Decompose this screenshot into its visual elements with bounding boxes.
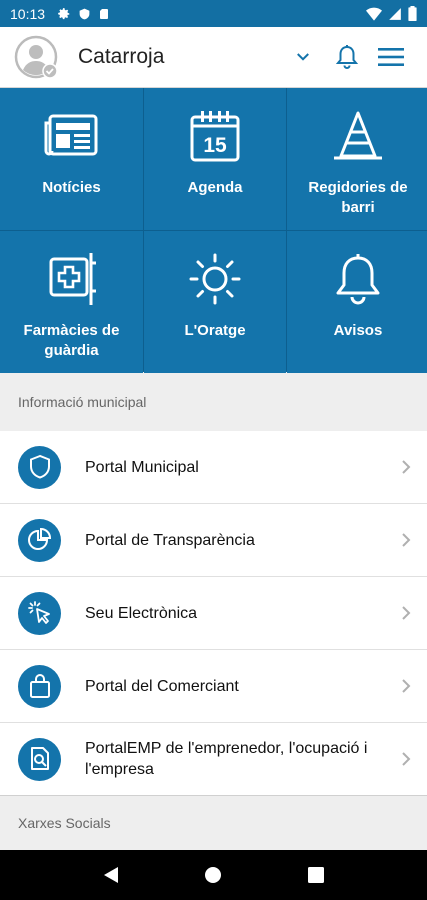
pie-chart-icon	[27, 527, 51, 550]
bell-icon	[335, 45, 359, 69]
tile-agenda[interactable]: 15 Agenda	[144, 88, 286, 230]
calendar-day: 15	[203, 134, 227, 157]
tile-regidories[interactable]: Regidories de barri	[287, 88, 427, 230]
tile-label: Avisos	[333, 322, 383, 339]
cursor-click-icon	[27, 601, 50, 624]
tile-noticies[interactable]: Notícies	[0, 88, 143, 230]
recents-button[interactable]	[296, 855, 336, 895]
section-header-municipal: Informació municipal	[0, 373, 427, 431]
menu-button[interactable]	[369, 35, 413, 79]
app-header: Catarroja	[0, 27, 427, 88]
status-right-icons	[366, 6, 417, 21]
section-header-social: Xarxes Socials	[0, 797, 427, 850]
tile-label: Agenda	[187, 179, 243, 196]
shopping-bag-icon	[29, 674, 50, 698]
status-bar: 10:13	[0, 0, 427, 27]
system-nav-bar	[0, 850, 427, 900]
home-icon	[205, 867, 222, 883]
traffic-cone-icon	[334, 111, 382, 160]
list-item-label: Portal Municipal	[85, 458, 199, 476]
tile-farmacies[interactable]: Farmàcies de guàrdia	[0, 231, 143, 373]
recents-icon	[307, 867, 324, 883]
list-item-seu-electronica[interactable]: Seu Electrònica	[0, 577, 427, 650]
menu-icon	[378, 48, 404, 66]
chevron-right-icon	[402, 679, 411, 693]
list-item-portal-comerciant[interactable]: Portal del Comerciant	[0, 650, 427, 723]
status-icons	[57, 7, 110, 21]
shield-icon	[79, 8, 90, 19]
list-item-label: Portal de Transparència	[85, 531, 255, 549]
tile-label: Farmàcies de guàrdia	[23, 322, 120, 359]
tile-oratge[interactable]: L'Oratge	[144, 231, 286, 373]
bell-icon	[336, 254, 380, 305]
list-item-label: PortalEMP de l'emprenedor, l'ocupació i …	[85, 740, 368, 778]
home-button[interactable]	[193, 855, 233, 895]
tile-avisos[interactable]: Avisos	[287, 231, 427, 373]
chevron-down-icon	[297, 53, 309, 61]
calendar-icon: 15	[190, 111, 240, 162]
municipal-list: Portal Municipal Portal de Transparència…	[0, 431, 427, 796]
wifi-icon	[366, 7, 382, 21]
signal-icon	[389, 7, 401, 20]
chevron-right-icon	[402, 533, 411, 547]
chevron-right-icon	[402, 460, 411, 474]
sd-card-icon	[100, 8, 109, 19]
sun-icon	[189, 253, 241, 305]
back-button[interactable]	[91, 855, 131, 895]
list-item-portal-transparencia[interactable]: Portal de Transparència	[0, 504, 427, 577]
document-search-icon	[30, 747, 49, 770]
shortcut-grid: Notícies 15 Agenda Regidories de barri F…	[0, 88, 427, 373]
shield-icon	[29, 454, 50, 479]
page-title: Catarroja	[78, 45, 165, 68]
notifications-button[interactable]	[325, 35, 369, 79]
chevron-right-icon	[402, 752, 411, 766]
tile-label: Regidories de barri	[308, 179, 408, 216]
avatar[interactable]	[14, 35, 58, 79]
back-icon	[104, 867, 119, 883]
list-item-label: Portal del Comerciant	[85, 677, 239, 695]
battery-icon	[408, 6, 417, 21]
newspaper-icon	[44, 114, 97, 156]
list-item-portal-municipal[interactable]: Portal Municipal	[0, 431, 427, 504]
gear-icon	[58, 7, 70, 19]
chevron-right-icon	[402, 606, 411, 620]
location-dropdown-button[interactable]	[281, 35, 325, 79]
list-item-label: Seu Electrònica	[85, 604, 198, 622]
tile-label: L'Oratge	[184, 322, 246, 339]
status-time: 10:13	[10, 5, 46, 22]
pharmacy-icon	[49, 253, 96, 305]
list-item-portal-emp[interactable]: PortalEMP de l'emprenedor, l'ocupació i …	[0, 723, 427, 796]
tile-label: Notícies	[42, 179, 101, 196]
